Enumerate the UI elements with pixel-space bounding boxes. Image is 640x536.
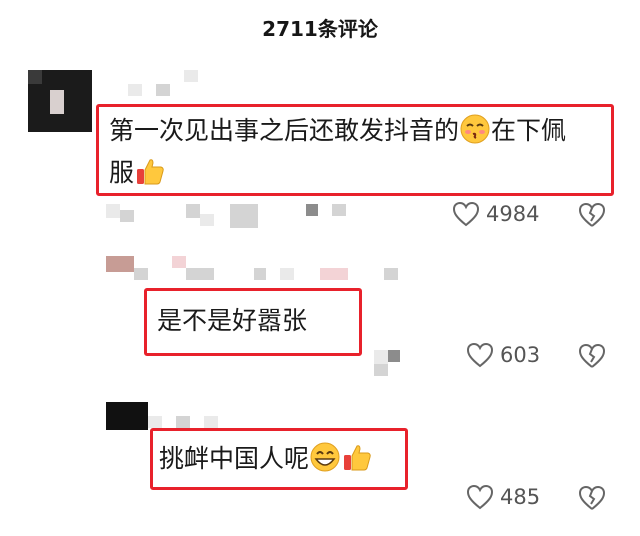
dislike-button[interactable]: [578, 343, 606, 373]
comment-text: 第一次见出事之后还敢发抖音的 在下佩: [109, 109, 566, 153]
blurred-username: [384, 268, 398, 280]
blurred-username: [148, 416, 162, 428]
blurred-username: [134, 268, 148, 280]
blurred-username: [128, 84, 142, 96]
blurred-username: [106, 402, 148, 430]
blurred-username: [254, 268, 266, 280]
like-button[interactable]: 603: [466, 342, 540, 368]
blurred-username: [320, 268, 348, 280]
blurred-username: [184, 70, 198, 82]
blurred-meta: [230, 204, 258, 228]
dislike-button[interactable]: [578, 202, 606, 232]
blurred-username: [204, 416, 218, 428]
broken-heart-icon: [578, 485, 606, 510]
blurred-username: [280, 268, 294, 280]
blurred-meta: [186, 204, 200, 218]
blurred-meta: [374, 364, 388, 376]
comment-text-line2: 服: [109, 151, 166, 195]
comment-text: 是不是好嚣张: [157, 306, 308, 335]
like-count: 603: [500, 343, 541, 367]
like-count: 4984: [486, 202, 540, 226]
blurred-meta: [332, 204, 346, 216]
comment-count-title: 2711条评论: [262, 16, 378, 41]
grinning-face-icon: [309, 441, 341, 473]
blurred-meta: [106, 204, 120, 218]
heart-icon: [466, 342, 494, 368]
dislike-button[interactable]: [578, 485, 606, 515]
blurred-username: [186, 268, 214, 280]
kiss-face-icon: [459, 113, 491, 145]
blurred-username: [176, 416, 190, 428]
heart-icon: [452, 201, 480, 227]
comment-highlight-box: 第一次见出事之后还敢发抖音的 在下佩 服: [96, 104, 614, 196]
avatar[interactable]: [28, 70, 92, 132]
like-button[interactable]: 4984: [452, 201, 539, 227]
blurred-meta: [374, 350, 388, 364]
comment-text: 挑衅中国人呢: [159, 437, 373, 481]
comments-header: 2711条评论: [0, 0, 640, 54]
blurred-meta: [120, 210, 134, 222]
blurred-meta: [200, 214, 214, 226]
blurred-username: [106, 256, 134, 272]
blurred-username: [172, 256, 186, 268]
comment-highlight-box: 是不是好嚣张: [144, 288, 362, 356]
broken-heart-icon: [578, 202, 606, 227]
broken-heart-icon: [578, 343, 606, 368]
blurred-meta: [388, 350, 400, 362]
blurred-meta: [306, 204, 318, 216]
thumbs-up-icon: [134, 155, 166, 187]
like-button[interactable]: 485: [466, 484, 540, 510]
blurred-username: [156, 84, 170, 96]
like-count: 485: [500, 485, 541, 509]
thumbs-up-icon: [341, 441, 373, 473]
heart-icon: [466, 484, 494, 510]
comment-highlight-box: 挑衅中国人呢: [150, 428, 408, 490]
